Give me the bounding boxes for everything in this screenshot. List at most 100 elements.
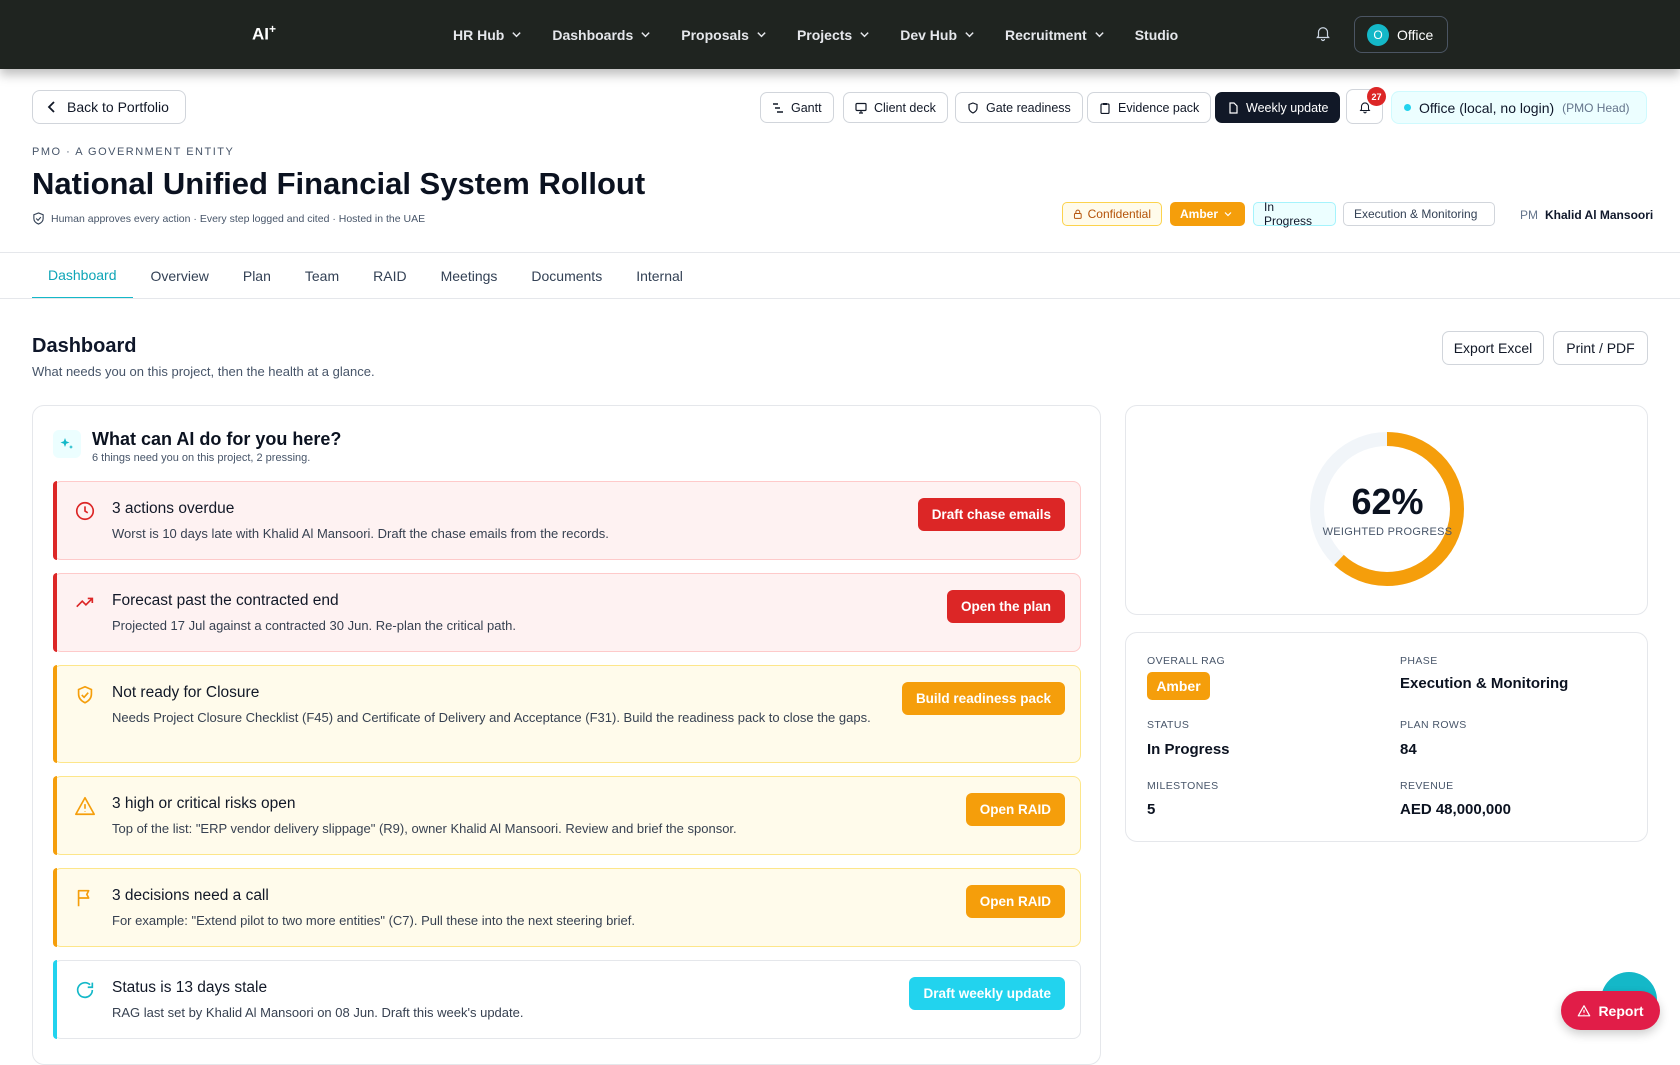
accent-bar: [53, 665, 57, 763]
rag-status-dropdown[interactable]: Amber: [1170, 202, 1245, 226]
stat-label: STATUS: [1147, 719, 1190, 731]
office-session-label: Office (local, no login): [1419, 99, 1555, 116]
nav-item-projects[interactable]: Projects: [797, 27, 870, 43]
chevron-down-icon: [757, 32, 766, 38]
gate-readiness-button[interactable]: Gate readiness: [955, 92, 1083, 123]
progress-card: 62% WEIGHTED PROGRESS: [1125, 405, 1648, 615]
shield-check-icon: [74, 684, 96, 706]
user-menu-button[interactable]: O Office: [1354, 16, 1448, 53]
report-button[interactable]: Report: [1561, 991, 1660, 1030]
action-card-forecast: Forecast past the contracted end Project…: [53, 573, 1081, 652]
accent-bar: [53, 573, 57, 652]
lock-icon: [1073, 209, 1082, 219]
bell-icon[interactable]: [1314, 24, 1332, 42]
section-title: Dashboard: [32, 335, 137, 357]
nav-item-recruitment[interactable]: Recruitment: [1005, 27, 1105, 43]
office-session-role: (PMO Head): [1562, 100, 1630, 115]
project-tabs: Dashboard Overview Plan Team RAID Meetin…: [32, 253, 701, 299]
avatar: O: [1367, 23, 1389, 46]
action-title: Forecast past the contracted end: [112, 592, 339, 609]
office-session-pill[interactable]: Office (local, no login) (PMO Head): [1391, 91, 1647, 124]
open-the-plan-button[interactable]: Open the plan: [946, 590, 1065, 623]
rag-chip: Amber: [1147, 672, 1210, 700]
nav-item-hr-hub[interactable]: HR Hub: [453, 27, 522, 43]
open-raid-button[interactable]: Open RAID: [965, 793, 1065, 826]
client-deck-button[interactable]: Client deck: [843, 92, 948, 123]
flag-icon: [74, 887, 96, 909]
ai-suggestions-panel: What can AI do for you here? 6 things ne…: [32, 405, 1101, 1065]
action-description: Needs Project Closure Checklist (F45) an…: [112, 710, 871, 725]
action-title: Not ready for Closure: [112, 684, 260, 701]
tab-internal[interactable]: Internal: [620, 253, 699, 299]
gantt-icon: [773, 102, 783, 113]
action-card-decisions: 3 decisions need a call For example: "Ex…: [53, 868, 1081, 947]
clipboard-icon: [1100, 102, 1110, 114]
tab-plan[interactable]: Plan: [227, 253, 287, 299]
page-title: National Unified Financial System Rollou…: [32, 166, 646, 201]
divider: [0, 298, 1680, 299]
action-description: Worst is 10 days late with Khalid Al Man…: [112, 526, 609, 541]
tab-meetings[interactable]: Meetings: [425, 253, 514, 299]
accent-bar: [53, 960, 57, 1039]
tab-team[interactable]: Team: [289, 253, 355, 299]
action-description: RAG last set by Khalid Al Mansoori on 08…: [112, 1005, 524, 1020]
confidential-badge: Confidential: [1062, 202, 1162, 226]
trending-up-icon: [74, 592, 96, 614]
chevron-down-icon: [965, 32, 974, 38]
tab-overview[interactable]: Overview: [135, 253, 225, 299]
stat-label: REVENUE: [1400, 780, 1454, 792]
warning-icon: [74, 795, 96, 817]
action-card-closure: Not ready for Closure Needs Project Clos…: [53, 665, 1081, 763]
progress-label: WEIGHTED PROGRESS: [1322, 526, 1453, 538]
chevron-left-icon: [47, 101, 55, 113]
ai-panel-subtitle: 6 things need you on this project, 2 pre…: [92, 452, 311, 464]
shield-icon: [968, 101, 978, 114]
monitor-icon: [855, 102, 867, 114]
action-title: 3 high or critical risks open: [112, 795, 296, 812]
stat-label: PHASE: [1400, 655, 1438, 667]
phase-badge: Execution & Monitoring: [1343, 202, 1495, 226]
ai-panel-title: What can AI do for you here?: [92, 429, 342, 449]
progress-percent: 62%: [1351, 481, 1424, 522]
back-to-portfolio-button[interactable]: Back to Portfolio: [32, 90, 186, 124]
refresh-icon: [74, 979, 96, 1001]
nav-item-dev-hub[interactable]: Dev Hub: [900, 27, 975, 43]
draft-chase-emails-button[interactable]: Draft chase emails: [917, 498, 1065, 531]
notification-count-badge: 27: [1367, 87, 1386, 106]
chevron-down-icon: [1095, 32, 1104, 38]
action-card-overdue: 3 actions overdue Worst is 10 days late …: [53, 481, 1081, 560]
export-excel-button[interactable]: Export Excel: [1442, 331, 1544, 365]
project-kicker: PMO · A GOVERNMENT ENTITY: [32, 146, 235, 158]
action-title: 3 actions overdue: [112, 500, 235, 517]
draft-weekly-update-button[interactable]: Draft weekly update: [909, 977, 1065, 1010]
stat-plan-rows: 84: [1400, 741, 1417, 758]
action-description: Projected 17 Jul against a contracted 30…: [112, 618, 516, 633]
trust-subline: Human approves every action · Every step…: [32, 212, 425, 225]
open-raid-button[interactable]: Open RAID: [965, 885, 1065, 918]
document-icon: [1229, 101, 1238, 114]
evidence-pack-button[interactable]: Evidence pack: [1087, 92, 1212, 123]
action-title: Status is 13 days stale: [112, 979, 268, 996]
print-pdf-button[interactable]: Print / PDF: [1553, 331, 1648, 365]
nav-item-proposals[interactable]: Proposals: [681, 27, 767, 43]
section-subtitle: What needs you on this project, then the…: [32, 364, 375, 379]
action-title: 3 decisions need a call: [112, 887, 269, 904]
build-readiness-pack-button[interactable]: Build readiness pack: [901, 682, 1065, 715]
nav-item-dashboards[interactable]: Dashboards: [552, 27, 651, 43]
action-card-risks: 3 high or critical risks open Top of the…: [53, 776, 1081, 855]
top-navbar: AI+ HR Hub Dashboards Proposals Projects…: [0, 0, 1680, 69]
stat-status: In Progress: [1147, 741, 1230, 758]
tab-documents[interactable]: Documents: [515, 253, 618, 299]
tab-raid[interactable]: RAID: [357, 253, 422, 299]
online-status-dot: [1404, 104, 1411, 111]
pm-label: PM: [1520, 208, 1538, 222]
stat-label: PLAN ROWS: [1400, 719, 1467, 731]
gantt-button[interactable]: Gantt: [760, 92, 834, 123]
app-logo[interactable]: AI+: [252, 22, 276, 45]
tab-dashboard[interactable]: Dashboard: [32, 253, 133, 299]
nav-item-studio[interactable]: Studio: [1135, 27, 1179, 43]
stat-label: MILESTONES: [1147, 780, 1219, 792]
action-card-stale-status: Status is 13 days stale RAG last set by …: [53, 960, 1081, 1039]
accent-bar: [53, 776, 57, 855]
weekly-update-button[interactable]: Weekly update: [1215, 92, 1341, 123]
